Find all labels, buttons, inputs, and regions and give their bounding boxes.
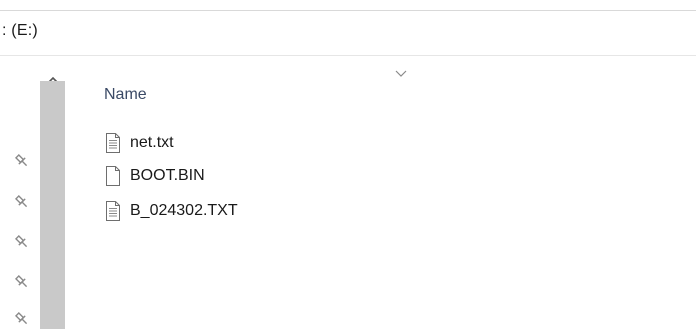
pin-icon[interactable]	[14, 311, 30, 327]
pin-icon[interactable]	[14, 274, 30, 290]
address-path[interactable]: : (E:)	[2, 22, 38, 40]
address-bar[interactable]: : (E:)	[0, 10, 696, 56]
blank-file-icon	[106, 166, 120, 186]
text-file-icon	[106, 133, 120, 153]
pin-icon[interactable]	[14, 194, 30, 210]
file-list-pane: Name net.txt BOOT.BIN B_024302.TXT	[68, 57, 696, 329]
file-name: net.txt	[130, 134, 174, 151]
file-name: BOOT.BIN	[130, 167, 205, 184]
file-row[interactable]: BOOT.BIN	[104, 165, 211, 187]
file-name: B_024302.TXT	[130, 202, 238, 219]
pin-icon[interactable]	[14, 153, 30, 169]
vertical-scrollbar[interactable]	[40, 81, 65, 329]
file-row[interactable]: B_024302.TXT	[104, 200, 244, 222]
sort-chevron-down-icon[interactable]	[394, 69, 408, 79]
navigation-pane	[0, 57, 68, 329]
file-row[interactable]: net.txt	[104, 132, 180, 154]
text-file-icon	[106, 201, 120, 221]
pin-icon[interactable]	[14, 234, 30, 250]
column-header-name[interactable]: Name	[104, 86, 147, 104]
